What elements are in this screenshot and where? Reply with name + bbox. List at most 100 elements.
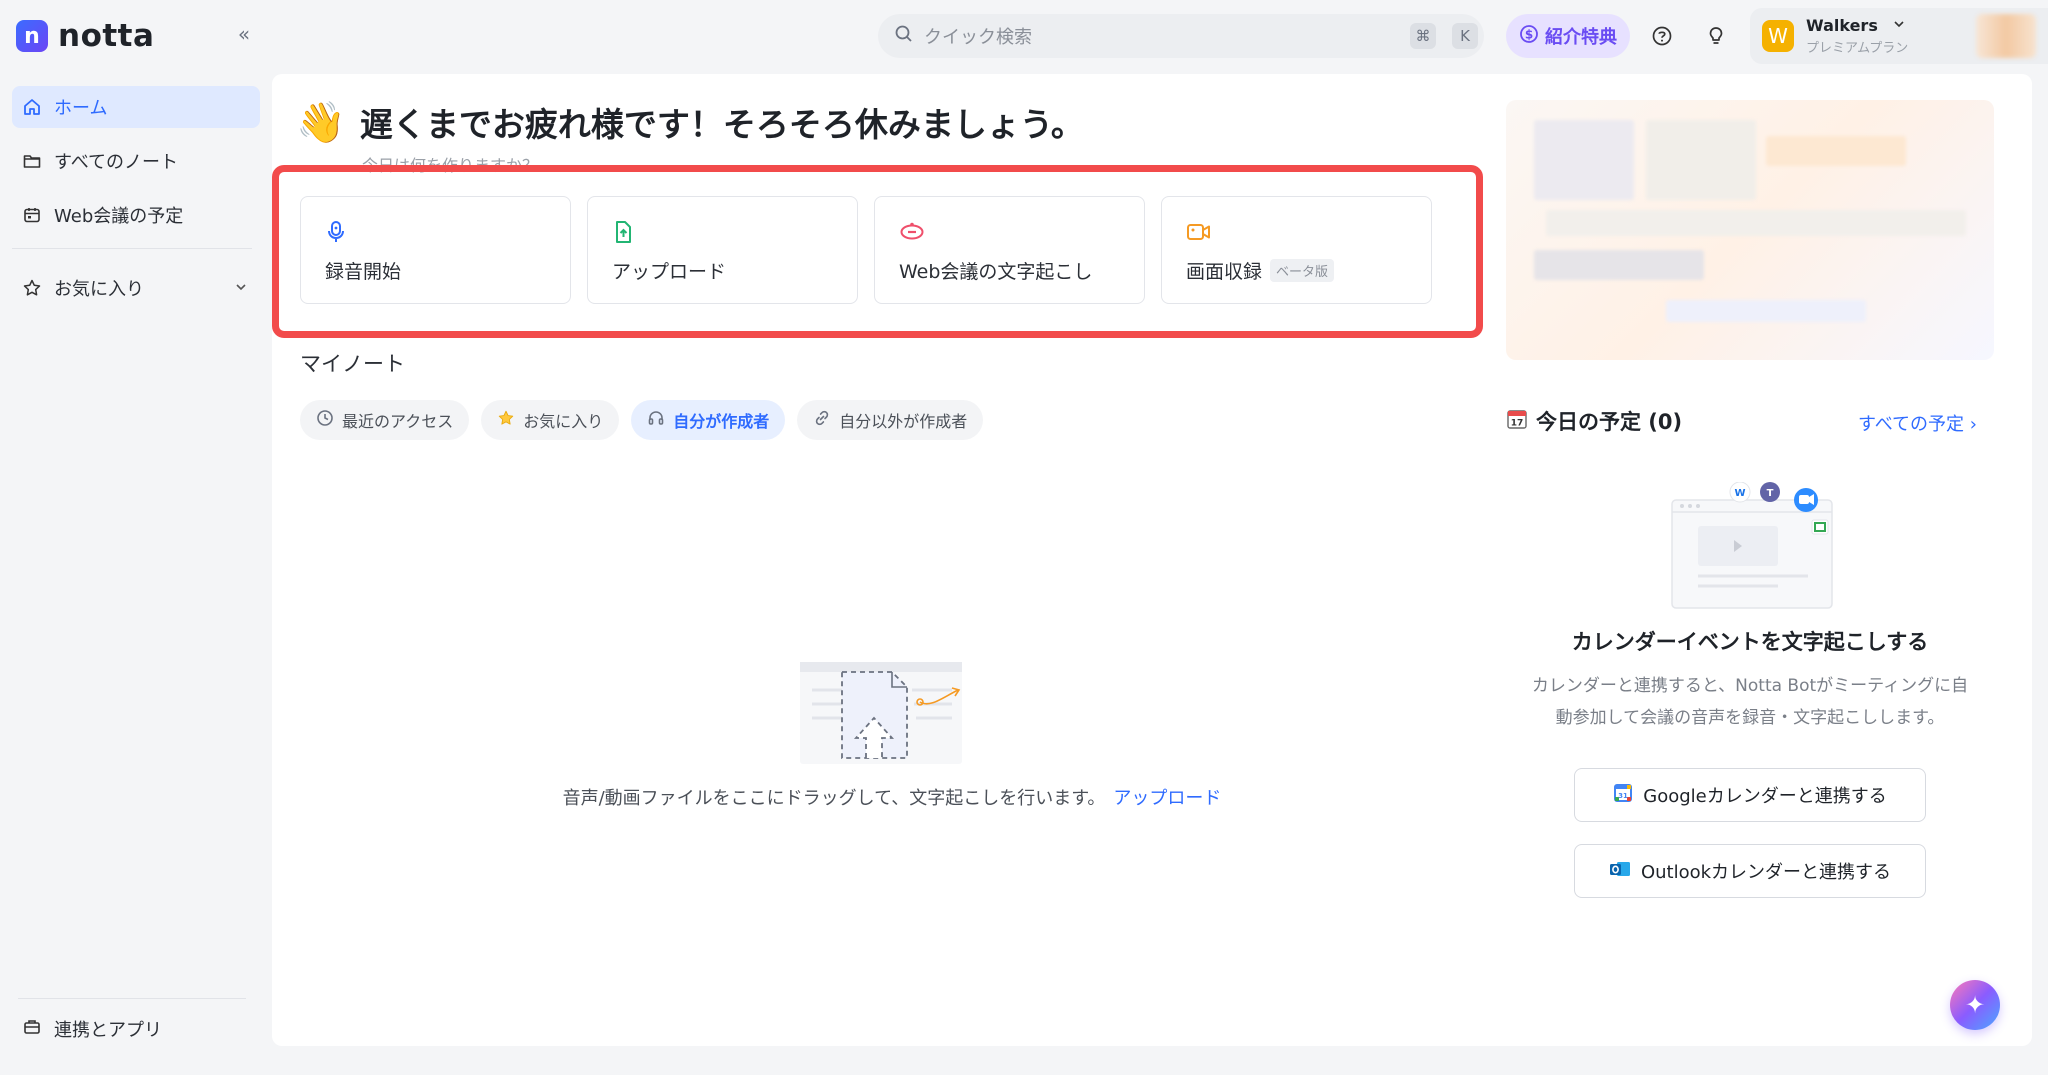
- svg-text:T: T: [1767, 488, 1774, 499]
- greeting: 👋 遅くまでお疲れ様です！そろそろ休みましょう。: [296, 98, 1084, 146]
- video-camera-icon: [1186, 219, 1212, 245]
- empty-state-message: 音声/動画ファイルをここにドラッグして、文字起こしを行います。: [562, 788, 1106, 809]
- chevron-down-icon: [1892, 16, 1906, 35]
- calendar-transcribe-description: カレンダーと連携すると、Notta Botがミーティングに自 動参加して会議の音…: [1506, 670, 1994, 734]
- integrations-label: 連携とアプリ: [54, 1020, 162, 1041]
- my-notes-title: マイノート: [300, 352, 405, 376]
- filter-recent-access[interactable]: 最近のアクセス: [300, 400, 470, 440]
- filter-label: 最近のアクセス: [342, 412, 454, 431]
- upload-button[interactable]: アップロード: [587, 196, 858, 304]
- app-logo[interactable]: n notta: [16, 18, 154, 54]
- star-icon: [22, 278, 42, 298]
- briefcase-icon: [22, 1017, 42, 1042]
- sidebar-item-label: ホーム: [54, 98, 108, 119]
- waving-hand-icon: 👋: [296, 99, 346, 146]
- sidebar-item-label: すべてのノート: [54, 152, 179, 173]
- user-info: Walkers プレミアムプラン: [1806, 16, 1908, 56]
- filter-favorites[interactable]: お気に入り: [481, 400, 620, 440]
- web-meeting-transcribe-button[interactable]: Web会議の文字起こし: [874, 196, 1145, 304]
- chevron-right-icon: ›: [1969, 414, 1977, 435]
- promo-banner[interactable]: [1506, 100, 1994, 360]
- svg-text:$: $: [1525, 27, 1533, 41]
- action-label: Web会議の文字起こし: [899, 261, 1093, 283]
- referral-label: 紹介特典: [1545, 27, 1617, 48]
- action-label: アップロード: [612, 261, 727, 283]
- today-title: 今日の予定 (0): [1536, 410, 1683, 434]
- connect-outlook-calendar-button[interactable]: Outlookカレンダーと連携する: [1574, 844, 1926, 898]
- headset-icon: [647, 409, 665, 431]
- connect-google-calendar-button[interactable]: 31 Googleカレンダーと連携する: [1574, 768, 1926, 822]
- help-icon[interactable]: [1648, 22, 1676, 50]
- description-line: 動参加して会議の音声を録音・文字起こしします。: [1555, 708, 1945, 728]
- all-events-link[interactable]: すべての予定 ›: [1858, 410, 1977, 436]
- google-button-label: Googleカレンダーと連携する: [1643, 786, 1887, 807]
- user-plan: プレミアムプラン: [1806, 41, 1909, 56]
- filter-created-by-others[interactable]: 自分以外が作成者: [797, 400, 984, 440]
- microphone-icon: [325, 219, 351, 245]
- sidebar-item-label: Web会議の予定: [54, 206, 184, 227]
- star-icon: [497, 409, 515, 431]
- sidebar-item-web-meetings[interactable]: Web会議の予定: [12, 194, 260, 236]
- quick-actions: 録音開始 アップロード Web会議の文字起こし 画面収録 ベータ版: [300, 196, 1432, 304]
- filter-created-by-me[interactable]: 自分が作成者: [631, 400, 786, 440]
- filter-label: 自分が作成者: [673, 412, 770, 431]
- beta-badge: ベータ版: [1270, 259, 1335, 282]
- description-line: カレンダーと連携すると、Notta Botがミーティングに自: [1531, 676, 1969, 696]
- sidebar-divider: [12, 248, 252, 249]
- shortcut-cmd-key: ⌘: [1410, 23, 1436, 49]
- action-label: 画面収録 ベータ版: [1186, 257, 1407, 284]
- sidebar-item-favorites[interactable]: お気に入り: [12, 267, 260, 309]
- link-icon: [813, 409, 831, 431]
- greeting-text: 遅くまでお疲れ様です！そろそろ休みましょう。: [359, 105, 1084, 144]
- sidebar-nav: ホーム すべてのノート Web会議の予定 お気に入り: [12, 86, 260, 321]
- quick-search-bar[interactable]: クイック検索 ⌘ K: [878, 14, 1484, 58]
- note-filters: 最近のアクセス お気に入り 自分が作成者 自分以外が作成者: [300, 400, 984, 440]
- avatar: W: [1762, 20, 1794, 52]
- user-menu[interactable]: W Walkers プレミアムプラン: [1750, 8, 2048, 64]
- screen-record-button[interactable]: 画面収録 ベータ版: [1161, 196, 1432, 304]
- calendar-icon: [22, 205, 42, 225]
- blurred-region: [1976, 14, 2036, 58]
- upload-file-icon: [612, 219, 638, 245]
- drop-file-illustration: [792, 660, 982, 770]
- empty-state-text: 音声/動画ファイルをここにドラッグして、文字起こしを行います。 アップロード: [532, 784, 1252, 810]
- sidebar-item-label: お気に入り: [54, 279, 144, 300]
- outlook-icon: [1609, 859, 1631, 884]
- main-content: 👋 遅くまでお疲れ様です！そろそろ休みましょう。 今日は何を作りますか？ 録音開…: [272, 74, 2032, 1046]
- action-label: 録音開始: [325, 261, 402, 283]
- screen-record-label: 画面収録: [1186, 261, 1263, 283]
- today-schedule-header: 17 今日の予定 (0): [1506, 406, 1682, 436]
- shortcut-k-key: K: [1452, 23, 1478, 49]
- logo-text: notta: [58, 18, 155, 54]
- svg-text:W: W: [1734, 488, 1745, 499]
- svg-text:31: 31: [1618, 792, 1628, 800]
- upload-link[interactable]: アップロード: [1113, 788, 1221, 809]
- chevron-down-icon[interactable]: [234, 278, 248, 299]
- home-icon: [22, 97, 42, 117]
- sidebar-item-all-notes[interactable]: すべてのノート: [12, 140, 260, 182]
- collapse-sidebar-icon[interactable]: «: [232, 22, 256, 46]
- lightbulb-icon[interactable]: [1702, 22, 1730, 50]
- outlook-button-label: Outlookカレンダーと連携する: [1640, 862, 1892, 883]
- search-icon: [894, 24, 914, 48]
- sidebar-item-integrations[interactable]: 連携とアプリ: [22, 1016, 162, 1042]
- calendar-transcribe-title: カレンダーイベントを文字起こしする: [1571, 630, 1929, 654]
- svg-text:17: 17: [1511, 418, 1524, 428]
- calendar-date-icon: 17: [1506, 408, 1528, 435]
- calendar-integration-illustration: W T: [1668, 481, 1838, 612]
- search-placeholder: クイック検索: [924, 27, 1032, 48]
- clock-icon: [316, 409, 334, 431]
- folder-icon: [22, 151, 42, 171]
- logo-mark: n: [16, 20, 48, 52]
- dollar-coin-icon: $: [1519, 24, 1539, 49]
- filter-label: お気に入り: [523, 412, 604, 431]
- record-start-button[interactable]: 録音開始: [300, 196, 571, 304]
- google-calendar-icon: 31: [1613, 783, 1633, 808]
- user-name: Walkers: [1806, 16, 1878, 35]
- sidebar: n notta « ホーム すべてのノート Web会議の予定 お気に入り 連携と…: [0, 0, 272, 1075]
- ai-assistant-sparkle-icon[interactable]: ✦: [1950, 980, 2000, 1030]
- sidebar-item-home[interactable]: ホーム: [12, 86, 260, 128]
- filter-label: 自分以外が作成者: [839, 412, 968, 431]
- sidebar-bottom-divider: [18, 998, 246, 999]
- referral-button[interactable]: $ 紹介特典: [1506, 14, 1630, 58]
